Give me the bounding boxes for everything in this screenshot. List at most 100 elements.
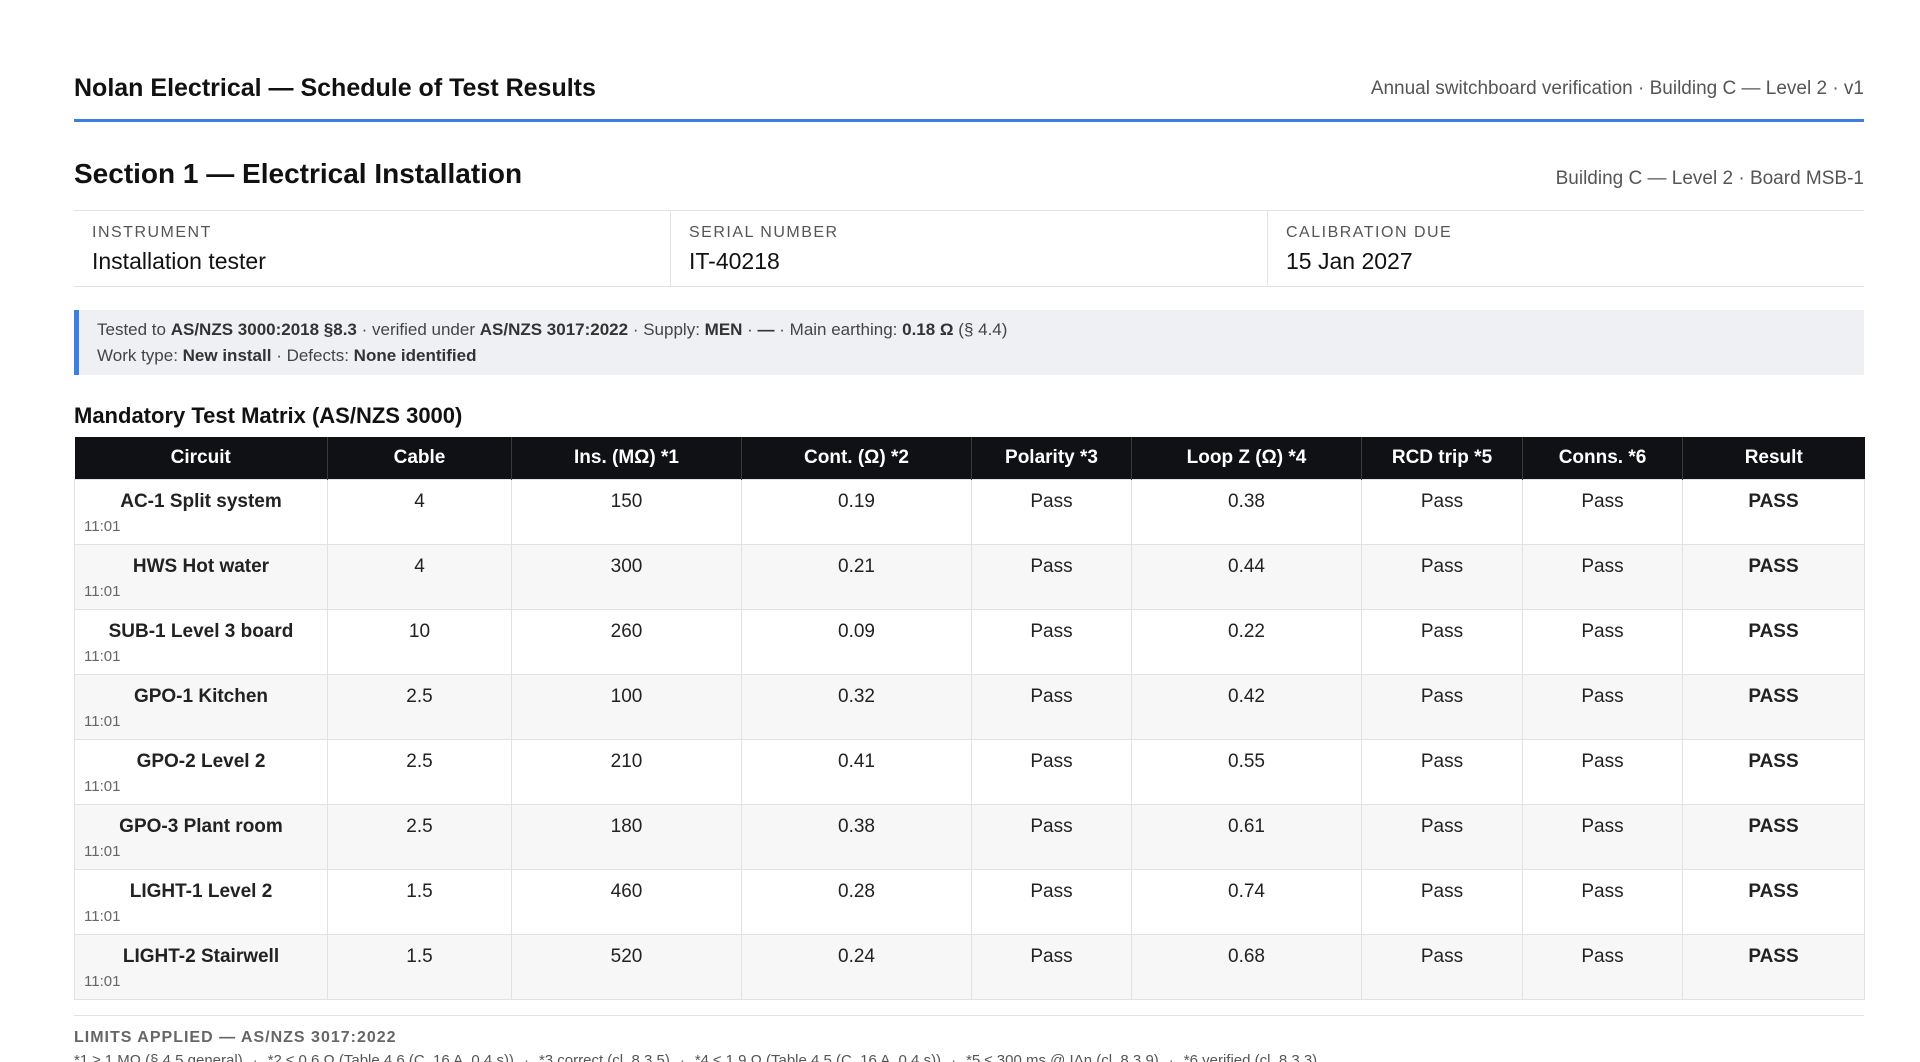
circuit-test-time: 11:01 [84,777,121,795]
serial-number-label: Serial Number [689,224,839,241]
info-line-standards: Tested to AS/NZS 3000:2018 §8.3 · verifi… [97,317,1864,343]
table-row: GPO-3 Plant room 11:01 2.5 180 0.38 Pass 0.61 P… [74,803,1865,870]
supply-type: MEN [704,320,743,339]
insulation-cell: 460 [511,868,742,935]
cable-cell: 1.5 [327,933,512,1000]
table-row: LIGHT-2 Stairwell 11:01 1.5 520 0.24 Pass 0.68… [74,933,1865,1000]
separator-dot: · [951,1052,957,1062]
rcd-trip-cell: Pass [1361,803,1523,870]
cable-cell: 1.5 [327,868,512,935]
document-title: Nolan Electrical — Schedule of Test Resu… [74,74,596,102]
instrument-label: Instrument [92,224,212,241]
rcd-trip-cell: Pass [1361,933,1523,1000]
supply-dash: — [757,320,775,339]
continuity-cell: 0.41 [741,738,972,805]
serial-number-value: IT-40218 [689,248,780,274]
test-matrix-table: Circuit Cable Ins. (MΩ) *1 Cont. (Ω) *2 Pola… [74,437,1865,1000]
insulation-cell: 260 [511,608,742,675]
column-header: Conns. *6 [1522,437,1683,479]
cable-cell: 10 [327,608,512,675]
limit-item: *2 ≤ 0.6 Ω (Table 4.6 (C, 16 A, 0.4 s)) [267,1052,514,1062]
rcd-trip-cell: Pass [1361,478,1523,545]
separator-dot: · [679,1052,685,1062]
circuit-cell: GPO-3 Plant room 11:01 [74,803,328,870]
connections-cell: Pass [1522,543,1683,610]
rcd-trip-cell: Pass [1361,673,1523,740]
loop-impedance-cell: 0.22 [1131,608,1362,675]
calibration-due-cell: Calibration Due 15 Jan 2027 [1267,211,1864,286]
insulation-cell: 520 [511,933,742,1000]
continuity-cell: 0.21 [741,543,972,610]
circuit-name: LIGHT-1 Level 2 [129,880,273,902]
footer-divider [74,1015,1864,1016]
circuit-cell: LIGHT-1 Level 2 11:01 [74,868,328,935]
result-cell: PASS [1682,803,1865,870]
circuit-cell: SUB-1 Level 3 board 11:01 [74,608,328,675]
loop-impedance-cell: 0.74 [1131,868,1362,935]
table-row: SUB-1 Level 3 board 11:01 10 260 0.09 Pass 0.2… [74,608,1865,675]
info-text: Supply: [643,320,705,339]
circuit-cell: LIGHT-2 Stairwell 11:01 [74,933,328,1000]
continuity-cell: 0.38 [741,803,972,870]
result-cell: PASS [1682,933,1865,1000]
loop-impedance-cell: 0.55 [1131,738,1362,805]
circuit-test-time: 11:01 [84,972,121,990]
limits-title: Limits Applied — AS/NZS 3017:2022 [74,1029,397,1046]
circuit-cell: AC-1 Split system 11:01 [74,478,328,545]
insulation-cell: 150 [511,478,742,545]
separator-dot: · [1168,1052,1174,1062]
polarity-cell: Pass [971,478,1132,545]
circuit-name: SUB-1 Level 3 board [108,620,294,642]
document-header: Nolan Electrical — Schedule of Test Resu… [74,74,1864,122]
table-row: AC-1 Split system 11:01 4 150 0.19 Pass 0.38 Pa… [74,478,1865,545]
continuity-cell: 0.28 [741,868,972,935]
insulation-cell: 300 [511,543,742,610]
instrument-cell: Instrument Installation tester [74,211,670,286]
work-type: New install [182,346,272,365]
tested-standard: AS/NZS 3000:2018 §8.3 [170,320,357,339]
column-header: Result [1682,437,1865,479]
result-cell: PASS [1682,673,1865,740]
info-text: · verified under [356,320,480,339]
circuit-test-time: 11:01 [84,647,121,665]
rcd-trip-cell: Pass [1361,868,1523,935]
info-text: Tested to [97,320,171,339]
insulation-cell: 100 [511,673,742,740]
section-title: Section 1 — Electrical Installation [74,158,523,189]
separator-dot: · [628,320,644,339]
continuity-cell: 0.19 [741,478,972,545]
info-text: (§ 4.4) [953,320,1008,339]
circuit-name: LIGHT-2 Stairwell [122,945,280,967]
result-cell: PASS [1682,478,1865,545]
limit-item: *1 ≥ 1 MΩ (§ 4.5 general) [74,1052,243,1062]
continuity-cell: 0.09 [741,608,972,675]
result-cell: PASS [1682,608,1865,675]
section-location: Building C — Level 2 · Board MSB-1 [1555,168,1864,189]
insulation-cell: 210 [511,738,742,805]
continuity-cell: 0.32 [741,673,972,740]
connections-cell: Pass [1522,803,1683,870]
cable-cell: 2.5 [327,738,512,805]
loop-impedance-cell: 0.44 [1131,543,1362,610]
cable-cell: 2.5 [327,803,512,870]
circuit-name: HWS Hot water [132,555,270,577]
separator-dot: · [774,320,790,339]
circuit-name: GPO-2 Level 2 [136,750,266,772]
calibration-due-label: Calibration Due [1286,224,1453,241]
loop-impedance-cell: 0.68 [1131,933,1362,1000]
limit-item: *3 correct (cl. 8.3.5) [538,1052,670,1062]
connections-cell: Pass [1522,933,1683,1000]
rcd-trip-cell: Pass [1361,738,1523,805]
verified-standard: AS/NZS 3017:2022 [479,320,629,339]
column-header: Cable [327,437,512,479]
rcd-trip-cell: Pass [1361,543,1523,610]
result-cell: PASS [1682,738,1865,805]
polarity-cell: Pass [971,738,1132,805]
table-row: GPO-1 Kitchen 11:01 2.5 100 0.32 Pass 0.42 Pass… [74,673,1865,740]
loop-impedance-cell: 0.61 [1131,803,1362,870]
instrument-bar: Instrument Installation tester Serial Nu… [74,210,1864,287]
column-header: Cont. (Ω) *2 [741,437,972,479]
column-header: RCD trip *5 [1361,437,1523,479]
column-header: Polarity *3 [971,437,1132,479]
info-text: Main earthing: [789,320,903,339]
